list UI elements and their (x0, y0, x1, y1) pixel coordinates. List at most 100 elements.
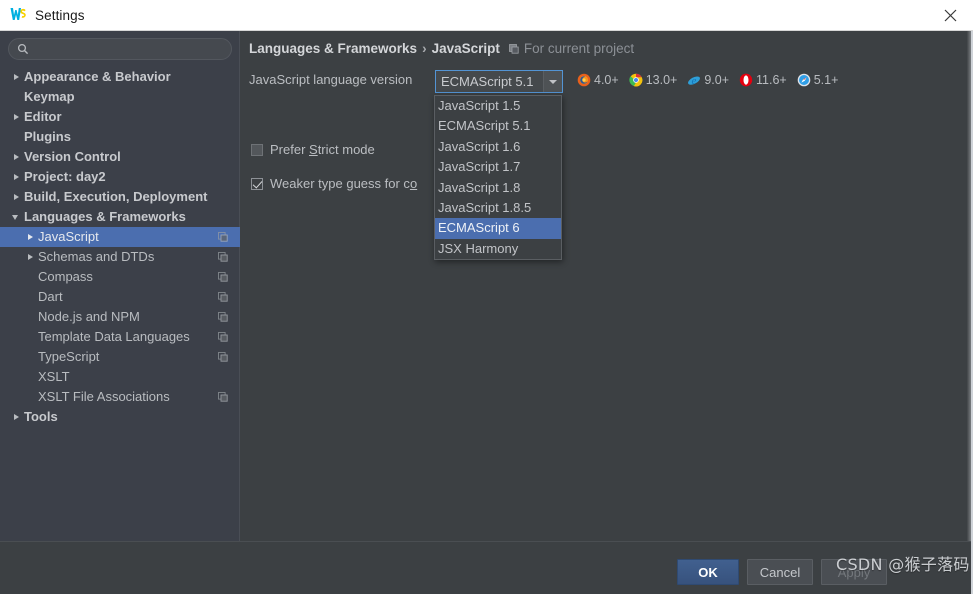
dropdown-option[interactable]: JavaScript 1.8 (435, 178, 561, 198)
sidebar-item-xslt-file-associations[interactable]: XSLT File Associations (0, 387, 240, 407)
sidebar-item-editor[interactable]: Editor (0, 107, 240, 127)
breadcrumb: Languages & Frameworks › JavaScript For … (249, 41, 634, 56)
weaker-type-guess-checkbox[interactable] (251, 177, 263, 190)
search-box[interactable] (8, 38, 232, 60)
sidebar-item-label: Dart (38, 289, 63, 304)
close-icon[interactable] (927, 0, 973, 30)
sidebar-item-label: Editor (24, 109, 62, 124)
sidebar-item-languages-frameworks[interactable]: Languages & Frameworks (0, 207, 240, 227)
language-version-row: JavaScript language version (249, 72, 412, 87)
breadcrumb-root[interactable]: Languages & Frameworks (249, 41, 417, 56)
prefer-strict-mode-label: Prefer Strict mode (270, 142, 375, 157)
project-scope-icon (218, 272, 228, 282)
dialog-footer: OK Cancel Apply (0, 541, 973, 594)
window-title: Settings (35, 7, 85, 23)
browser-support-safari: 5.1+ (797, 73, 838, 87)
dropdown-option[interactable]: JSX Harmony (435, 239, 561, 259)
language-version-value: ECMAScript 5.1 (441, 74, 534, 89)
sidebar-item-label: Languages & Frameworks (24, 209, 186, 224)
chevron-down-icon[interactable] (12, 213, 21, 222)
prefer-strict-mode-row[interactable]: Prefer Strict mode (251, 142, 375, 157)
supported-browsers: 4.0+ 13.0+ e 9.0+ 11.6+ 5.1+ (577, 73, 845, 87)
sidebar-item-label: Schemas and DTDs (38, 249, 155, 264)
chevron-right-icon[interactable] (12, 113, 21, 122)
svg-text:e: e (692, 75, 697, 87)
browser-version-label: 4.0+ (594, 73, 619, 87)
sidebar-item-label: Keymap (24, 89, 75, 104)
sidebar-item-keymap[interactable]: Keymap (0, 87, 240, 107)
search-field-wrapper (8, 38, 232, 60)
chevron-right-icon[interactable] (26, 233, 35, 242)
settings-tree[interactable]: Appearance & Behavior Keymap Editor Plugins… (0, 67, 240, 539)
chevron-right-icon[interactable] (26, 253, 35, 262)
settings-sidebar: Appearance & Behavior Keymap Editor Plugins… (0, 31, 240, 541)
dropdown-option[interactable]: ECMAScript 6 (435, 218, 561, 239)
project-scope-icon (218, 292, 228, 302)
settings-content: Languages & Frameworks › JavaScript For … (241, 31, 967, 541)
project-scope-icon (508, 43, 519, 54)
browser-version-label: 9.0+ (704, 73, 730, 87)
sidebar-item-label: XSLT File Associations (38, 389, 170, 404)
language-version-combo[interactable]: ECMAScript 5.1 (435, 70, 563, 93)
chevron-right-icon[interactable] (12, 173, 21, 182)
prefer-strict-mode-checkbox[interactable] (251, 143, 263, 156)
dropdown-option[interactable]: JavaScript 1.8.5 (435, 198, 561, 218)
project-scope-icon (218, 232, 228, 242)
breadcrumb-scope-text: For current project (523, 41, 635, 56)
sidebar-item-template-data-languages[interactable]: Template Data Languages (0, 327, 240, 347)
browser-support-opera: 11.6+ (739, 73, 787, 87)
ok-button[interactable]: OK (677, 559, 739, 585)
browser-support-chrome: 13.0+ (629, 73, 678, 87)
sidebar-item-project-day2[interactable]: Project: day2 (0, 167, 240, 187)
chevron-down-icon[interactable] (543, 71, 562, 92)
language-version-dropdown[interactable]: JavaScript 1.5 ECMAScript 5.1 JavaScript 1… (434, 95, 562, 261)
weaker-type-guess-label: Weaker type guess for co (270, 176, 418, 191)
browser-support-firefox: 4.0+ (577, 73, 619, 87)
sidebar-item-compass[interactable]: Compass (0, 267, 240, 287)
dropdown-option[interactable]: JavaScript 1.7 (435, 157, 561, 177)
search-input[interactable] (34, 40, 214, 58)
project-scope-icon (218, 332, 228, 342)
cancel-button[interactable]: Cancel (747, 559, 813, 585)
sidebar-item-label: Build, Execution, Deployment (24, 189, 208, 204)
dropdown-option[interactable]: JavaScript 1.6 (435, 137, 561, 157)
firefox-icon (577, 73, 591, 87)
title-bar: Settings (0, 0, 973, 31)
sidebar-item-dart[interactable]: Dart (0, 287, 240, 307)
opera-icon (739, 73, 753, 87)
sidebar-item-appearance-behavior[interactable]: Appearance & Behavior (0, 67, 240, 87)
sidebar-item-build-execution-deployment[interactable]: Build, Execution, Deployment (0, 187, 240, 207)
project-scope-icon (218, 312, 228, 322)
sidebar-item-node-js-and-npm[interactable]: Node.js and NPM (0, 307, 240, 327)
chevron-right-icon[interactable] (12, 73, 21, 82)
dropdown-option[interactable]: JavaScript 1.5 (435, 96, 561, 116)
dropdown-option[interactable]: ECMAScript 5.1 (435, 116, 561, 136)
apply-button: Apply (821, 559, 887, 585)
sidebar-item-label: Appearance & Behavior (24, 69, 171, 84)
breadcrumb-leaf: JavaScript (431, 41, 500, 56)
chrome-icon (629, 73, 643, 87)
sidebar-item-tools[interactable]: Tools (0, 407, 240, 427)
project-scope-icon (218, 352, 228, 362)
sidebar-item-schemas-and-dtds[interactable]: Schemas and DTDs (0, 247, 240, 267)
chevron-right-icon[interactable] (12, 193, 21, 202)
sidebar-item-version-control[interactable]: Version Control (0, 147, 240, 167)
ie-icon: e (687, 73, 701, 87)
sidebar-item-javascript[interactable]: JavaScript (0, 227, 240, 247)
sidebar-item-label: Template Data Languages (38, 329, 190, 344)
sidebar-item-plugins[interactable]: Plugins (0, 127, 240, 147)
sidebar-item-xslt[interactable]: XSLT (0, 367, 240, 387)
browser-version-label: 13.0+ (645, 73, 678, 87)
chevron-right-icon[interactable] (12, 413, 21, 422)
project-scope-icon (218, 252, 228, 262)
sidebar-item-typescript[interactable]: TypeScript (0, 347, 240, 367)
chevron-right-icon[interactable] (12, 153, 21, 162)
weaker-type-guess-row[interactable]: Weaker type guess for co (251, 176, 417, 191)
browser-support-ie: e 9.0+ (687, 73, 729, 87)
